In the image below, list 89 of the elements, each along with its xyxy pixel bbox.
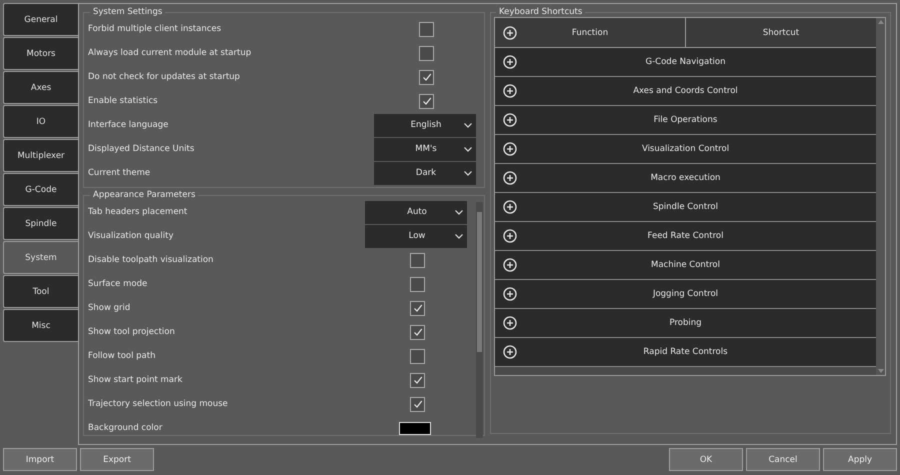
shortcut-group-row[interactable]: Probing: [495, 309, 876, 338]
plus-circle-icon[interactable]: [503, 84, 517, 98]
dropdown[interactable]: Low: [365, 224, 467, 248]
dropdown[interactable]: Dark: [374, 162, 476, 184]
chevron-down-icon: [455, 210, 463, 214]
plus-circle-icon[interactable]: [503, 142, 517, 156]
shortcut-group-row[interactable]: Machine Control: [495, 251, 876, 280]
setting-label: Show start point mark: [88, 375, 184, 385]
check-icon: [422, 72, 432, 82]
dialog-button[interactable]: Import: [3, 448, 77, 471]
plus-circle-icon[interactable]: [503, 113, 517, 127]
checkbox[interactable]: [419, 70, 434, 84]
chevron-down-icon: [464, 170, 472, 176]
color-swatch[interactable]: [399, 422, 431, 434]
dialog-button[interactable]: Export: [80, 448, 154, 471]
shortcut-group-row[interactable]: G-Code Navigation: [495, 48, 876, 77]
tab[interactable]: Misc: [3, 309, 78, 342]
shortcut-group-row[interactable]: Spindle Control: [495, 193, 876, 222]
setting-label: Enable statistics: [88, 96, 159, 106]
dropdown[interactable]: English: [374, 114, 476, 136]
checkbox[interactable]: [410, 348, 425, 364]
dialog-button[interactable]: Apply: [823, 448, 897, 471]
dropdown[interactable]: Auto: [365, 200, 467, 224]
tab[interactable]: Axes: [3, 71, 78, 104]
setting-label: Trajectory selection using mouse: [88, 399, 229, 409]
setting-label: Disable toolpath visualization: [88, 255, 214, 265]
chevron-down-icon: [455, 234, 463, 238]
setting-label: Background color: [88, 423, 164, 433]
setting-label: Visualization quality: [88, 231, 174, 241]
plus-circle-icon[interactable]: [503, 26, 517, 40]
check-icon: [412, 303, 422, 313]
column-header[interactable]: Function: [495, 18, 686, 47]
check-icon: [412, 399, 422, 409]
setting-label: Always load current module at startup: [88, 48, 252, 58]
setting-label: Do not check for updates at startup: [88, 72, 241, 82]
setting-label: Displayed Distance Units: [88, 144, 196, 154]
setting-label: Interface language: [88, 120, 170, 130]
plus-circle-icon[interactable]: [503, 316, 517, 330]
setting-label: Current theme: [88, 168, 152, 178]
plus-circle-icon[interactable]: [503, 229, 517, 243]
dropdown[interactable]: MM's: [374, 138, 476, 160]
checkbox[interactable]: [419, 94, 434, 108]
plus-circle-icon[interactable]: [503, 55, 517, 69]
plus-circle-icon[interactable]: [503, 287, 517, 301]
tab[interactable]: System: [3, 241, 78, 274]
plus-circle-icon[interactable]: [503, 258, 517, 272]
scrollbar[interactable]: [476, 202, 483, 438]
tab[interactable]: IO: [3, 105, 78, 138]
checkbox[interactable]: [410, 300, 425, 316]
plus-circle-icon[interactable]: [503, 345, 517, 359]
check-icon: [422, 96, 432, 106]
dialog-button[interactable]: Cancel: [746, 448, 820, 471]
setting-label: Tab headers placement: [88, 207, 188, 217]
checkbox[interactable]: [419, 22, 434, 36]
shortcut-group-row[interactable]: Macro execution: [495, 164, 876, 193]
group-title: System Settings: [92, 7, 164, 17]
checkbox[interactable]: [410, 276, 425, 292]
chevron-down-icon: [464, 146, 472, 152]
shortcut-group-row[interactable]: Axes and Coords Control: [495, 77, 876, 106]
shortcut-group-row[interactable]: Jogging Control: [495, 280, 876, 309]
setting-label: Follow tool path: [88, 351, 156, 361]
checkbox[interactable]: [410, 324, 425, 340]
checkbox[interactable]: [410, 396, 425, 412]
plus-circle-icon[interactable]: [503, 200, 517, 214]
checkbox[interactable]: [419, 46, 434, 60]
checkbox[interactable]: [410, 372, 425, 388]
check-icon: [412, 327, 422, 337]
tab[interactable]: G-Code: [3, 173, 78, 206]
setting-label: Show tool projection: [88, 327, 176, 337]
setting-label: Forbid multiple client instances: [88, 24, 222, 34]
column-header[interactable]: Shortcut: [686, 18, 876, 47]
setting-label: Surface mode: [88, 279, 148, 289]
tab[interactable]: General: [3, 3, 78, 36]
shortcut-group-row[interactable]: Rapid Rate Controls: [495, 338, 876, 367]
plus-circle-icon[interactable]: [503, 171, 517, 185]
check-icon: [412, 375, 422, 385]
tab[interactable]: Multiplexer: [3, 139, 78, 172]
setting-label: Show grid: [88, 303, 132, 313]
shortcut-group-row[interactable]: File Operations: [495, 106, 876, 135]
shortcut-group-row[interactable]: Feed Rate Control: [495, 222, 876, 251]
tab[interactable]: Tool: [3, 275, 78, 308]
dialog-button[interactable]: OK: [669, 448, 743, 471]
shortcut-group-row[interactable]: Visualization Control: [495, 135, 876, 164]
checkbox[interactable]: [410, 252, 425, 268]
group-title: Keyboard Shortcuts: [498, 7, 584, 17]
group-title: Appearance Parameters: [92, 190, 196, 200]
tab[interactable]: Spindle: [3, 207, 78, 240]
chevron-down-icon: [464, 122, 472, 128]
tab[interactable]: Motors: [3, 37, 78, 70]
